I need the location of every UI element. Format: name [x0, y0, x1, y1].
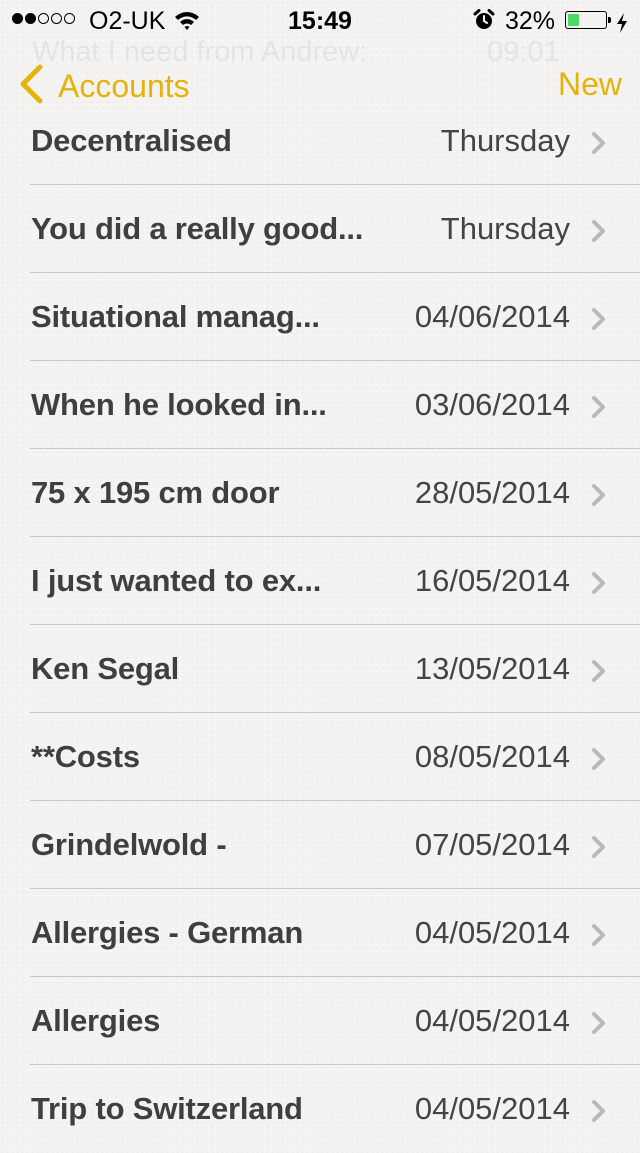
note-row[interactable]: You did a really good... Thursday	[0, 185, 640, 273]
note-date: 08/05/2014	[414, 739, 570, 774]
note-row[interactable]: **Costs 08/05/2014	[0, 713, 640, 801]
note-date: 28/05/2014	[414, 475, 570, 510]
note-date: 16/05/2014	[414, 563, 570, 598]
chevron-right-icon	[590, 571, 608, 600]
note-title: 75 x 195 cm door	[31, 475, 280, 510]
notes-list: Decentralised Thursday You did a really …	[0, 97, 640, 1153]
note-title: I just wanted to ex...	[31, 563, 322, 598]
note-date: 07/05/2014	[414, 827, 570, 862]
note-title: You did a really good...	[31, 211, 364, 246]
note-title: Trip to Switzerland	[31, 1091, 303, 1126]
battery-icon	[565, 11, 607, 29]
note-row[interactable]: Ken Segal 13/05/2014	[0, 625, 640, 713]
note-date: 04/05/2014	[414, 915, 570, 950]
note-title: Situational manag...	[31, 299, 320, 334]
note-title: Allergies - German	[31, 915, 304, 950]
note-row[interactable]: Allergies - German 04/05/2014	[0, 889, 640, 977]
note-title: Decentralised	[31, 123, 232, 158]
note-date: 03/06/2014	[414, 387, 570, 422]
chevron-right-icon	[590, 131, 608, 160]
note-title: Ken Segal	[31, 651, 180, 686]
chevron-right-icon	[590, 395, 608, 424]
note-row[interactable]: Grindelwold - 07/05/2014	[0, 801, 640, 889]
chevron-right-icon	[590, 659, 608, 688]
chevron-right-icon	[590, 835, 608, 864]
note-title: Allergies	[31, 1003, 161, 1038]
chevron-right-icon	[590, 1099, 608, 1128]
chevron-right-icon	[590, 483, 608, 512]
alarm-clock-icon	[473, 9, 495, 38]
chevron-right-icon	[590, 219, 608, 248]
note-title: **Costs	[31, 739, 140, 774]
note-date: Thursday	[440, 211, 570, 246]
note-row[interactable]: Situational manag... 04/06/2014	[0, 273, 640, 361]
battery-level-fill	[568, 14, 579, 26]
battery-tip	[608, 17, 611, 23]
navigation-bar: Accounts New	[0, 56, 640, 112]
lightning-bolt-icon	[616, 11, 628, 40]
battery-percentage: 32%	[505, 7, 556, 35]
note-row[interactable]: I just wanted to ex... 16/05/2014	[0, 537, 640, 625]
chevron-right-icon	[590, 1011, 608, 1040]
note-title: When he looked in...	[31, 387, 327, 422]
status-bar: O2-UK 15:49 32%	[0, 0, 640, 40]
note-row[interactable]: 75 x 195 cm door 28/05/2014	[0, 449, 640, 537]
chevron-right-icon	[590, 307, 608, 336]
note-date: 04/05/2014	[414, 1003, 570, 1038]
note-title: Grindelwold -	[31, 827, 227, 862]
note-row[interactable]: When he looked in... 03/06/2014	[0, 361, 640, 449]
note-date: Thursday	[440, 123, 570, 158]
back-button-label: Accounts	[58, 68, 190, 104]
back-button[interactable]: Accounts	[18, 64, 190, 109]
chevron-left-icon	[18, 64, 44, 109]
new-note-button[interactable]: New	[558, 66, 622, 103]
chevron-right-icon	[590, 923, 608, 952]
note-date: 13/05/2014	[414, 651, 570, 686]
note-row[interactable]: Allergies 04/05/2014	[0, 977, 640, 1065]
chevron-right-icon	[590, 747, 608, 776]
note-date: 04/06/2014	[414, 299, 570, 334]
note-date: 04/05/2014	[414, 1091, 570, 1126]
note-row[interactable]: Trip to Switzerland 04/05/2014	[0, 1065, 640, 1153]
